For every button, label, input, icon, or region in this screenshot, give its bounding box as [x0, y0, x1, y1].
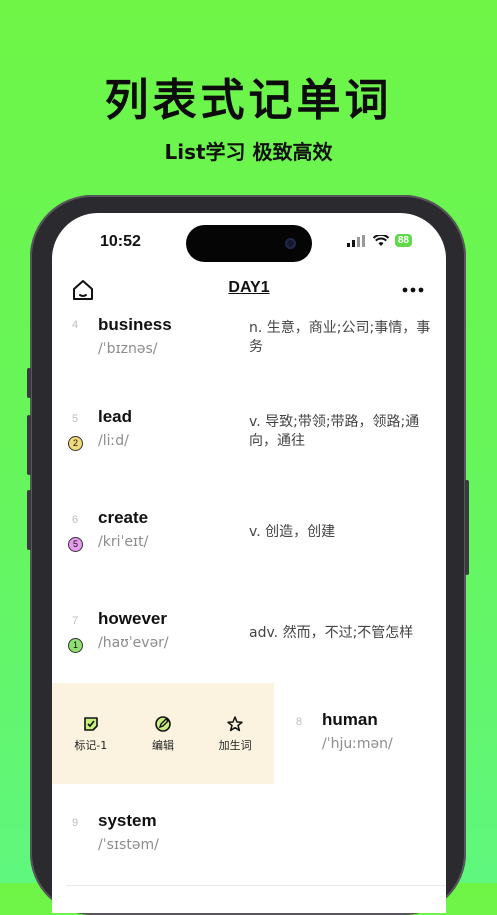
word-row[interactable]: 9 system /ˈsɪstəm/: [66, 784, 446, 886]
page-title: DAY1: [228, 279, 270, 296]
word-phonetic: /haʊˈevər/: [98, 635, 169, 651]
word-index: 9: [72, 817, 79, 829]
review-count-badge: 1: [68, 638, 83, 653]
edit-button[interactable]: 编辑: [152, 715, 174, 753]
word-meaning: v. 创造，创建: [249, 524, 336, 540]
word-index: 4: [72, 319, 79, 331]
nav-bar: DAY1: [52, 273, 446, 313]
edit-icon: [155, 715, 171, 732]
word-index: 7: [72, 615, 79, 627]
word-meaning: adv. 然而，不过;不管怎样: [249, 625, 414, 641]
phone-side-button: [27, 368, 31, 398]
phone-power-button: [465, 480, 469, 575]
word-index: 8: [296, 716, 303, 728]
phone-side-button: [27, 415, 31, 475]
word-index: 6: [72, 514, 79, 526]
dynamic-island: [186, 225, 312, 262]
word-text: however: [98, 609, 167, 628]
word-text: lead: [98, 407, 133, 426]
word-text: business: [98, 315, 172, 334]
add-new-word-label: 加生词: [218, 738, 252, 752]
more-icon[interactable]: [400, 277, 426, 303]
review-count-badge: 2: [68, 436, 83, 451]
mark-icon: [84, 716, 98, 731]
swipe-action-panel: 标记-1 编辑 加生词: [52, 683, 274, 784]
mark-minus-one-label: 标记-1: [74, 738, 108, 752]
word-phonetic: /ˈhjuːmən/: [322, 736, 393, 752]
word-text: human: [322, 710, 378, 729]
signal-icon: [346, 234, 365, 247]
promo-subline: List学习 极致高效: [164, 140, 333, 164]
word-row[interactable]: 6 create 5 /kriˈeɪt/ v. 创造，创建: [66, 481, 446, 583]
phone-side-button: [27, 490, 31, 550]
word-phonetic: /ˈbɪznəs/: [98, 341, 158, 357]
word-phonetic: /kriˈeɪt/: [98, 534, 149, 550]
review-count-badge: 5: [68, 537, 83, 552]
word-row[interactable]: 4 business /ˈbɪznəs/ n. 生意，商业;公司;事情，事务: [66, 313, 446, 381]
word-meaning: v. 导致;带领;带路，领路;通向，通往: [249, 414, 420, 449]
mark-minus-one-button[interactable]: 标记-1: [74, 715, 107, 753]
word-index: 5: [72, 413, 79, 425]
word-row[interactable]: 5 lead 2 /liːd/ v. 导致;带领;带路，领路;通向，通往: [66, 380, 446, 482]
word-phonetic: /liːd/: [98, 433, 129, 449]
app-screen: 10:52 88 DAY1 4 business /ˈbɪznəs/ n. 生意…: [52, 213, 446, 913]
status-time: 10:52: [100, 233, 141, 250]
word-list: 4 business /ˈbɪznəs/ n. 生意，商业;公司;事情，事务 5…: [52, 313, 446, 913]
battery-indicator: 88: [394, 234, 412, 247]
star-icon: [227, 715, 243, 731]
word-text: system: [98, 811, 157, 830]
word-text: create: [98, 508, 149, 527]
word-meaning: n. 生意，商业;公司;事情，事务: [249, 320, 431, 355]
word-phonetic: /ˈsɪstəm/: [98, 837, 159, 853]
word-row[interactable]: 8 human /ˈhjuːmən/: [274, 683, 446, 785]
promo-headline: 列表式记单词: [104, 75, 393, 126]
wifi-icon: [372, 234, 389, 246]
edit-label: 编辑: [151, 738, 174, 752]
word-row[interactable]: 7 however 1 /haʊˈevər/ adv. 然而，不过;不管怎样: [66, 582, 446, 684]
add-new-word-button[interactable]: 加生词: [219, 715, 252, 753]
status-indicators: 88: [346, 234, 412, 247]
